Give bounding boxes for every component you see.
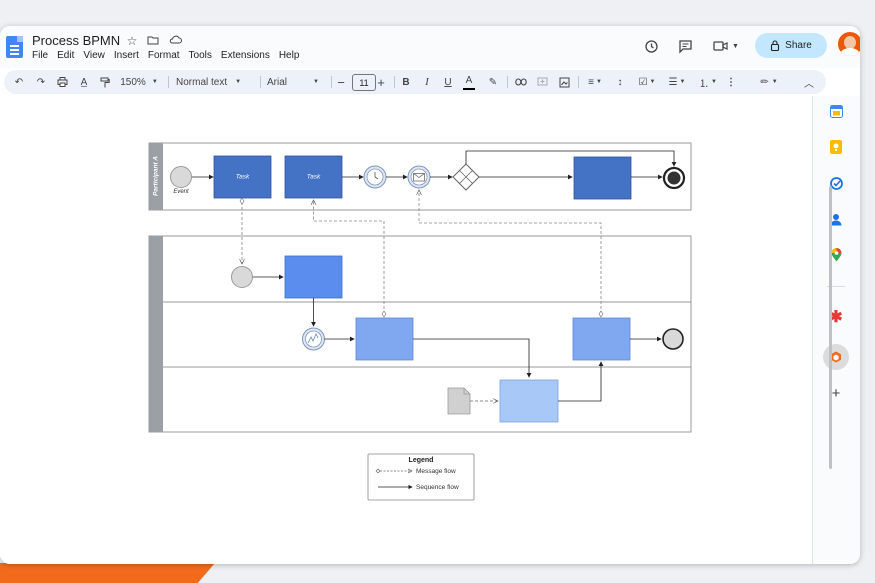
spellcheck-icon[interactable]: A̲ <box>77 70 91 94</box>
share-button[interactable]: Share <box>755 33 827 58</box>
italic-icon[interactable]: I <box>421 70 433 94</box>
version-history-icon[interactable] <box>641 36 661 56</box>
add-comment-icon[interactable] <box>535 70 549 94</box>
keep-icon[interactable] <box>827 138 845 156</box>
background-decoration <box>0 563 215 583</box>
move-folder-icon[interactable] <box>146 34 160 48</box>
editing-mode-icon[interactable]: ✏ ▼ <box>756 70 782 94</box>
bpmn-diagram: Participant A Event Task Task Legend Mes… <box>148 142 692 501</box>
menu-insert[interactable]: Insert <box>114 50 139 61</box>
scrollbar[interactable] <box>829 186 832 469</box>
font-value: Arial <box>267 76 288 88</box>
highlight-icon[interactable]: ✎ <box>486 70 500 94</box>
cloud-saved-icon[interactable] <box>168 34 182 48</box>
calendar-icon[interactable] <box>827 102 845 120</box>
document-title[interactable]: Process BPMN <box>32 33 120 48</box>
divider <box>578 76 579 88</box>
timer-event[interactable] <box>363 165 387 189</box>
star-icon[interactable]: ☆ <box>125 34 139 48</box>
undo-icon[interactable]: ↶ <box>12 70 26 94</box>
more-options-icon[interactable]: ⋮ <box>725 70 737 94</box>
divider <box>260 76 261 88</box>
line-spacing-icon[interactable]: ↕ <box>612 70 628 94</box>
chevron-down-icon: ▼ <box>151 79 158 85</box>
formatting-toolbar: ↶ ↷ A̲ 150% ▼ Normal text ▼ Arial ▼ − 11 + … <box>4 70 826 94</box>
task-5[interactable] <box>355 317 414 361</box>
menu-extensions[interactable]: Extensions <box>221 50 270 61</box>
insert-image-icon[interactable] <box>557 70 571 94</box>
lock-icon <box>771 40 780 51</box>
paint-format-icon[interactable] <box>98 70 112 94</box>
task-2-label: Task <box>307 174 321 181</box>
print-icon[interactable] <box>55 70 69 94</box>
legend-title: Legend <box>409 457 434 464</box>
bulleted-list-icon[interactable]: ☰ ▼ <box>664 70 690 94</box>
font-size-input[interactable]: 11 <box>352 74 376 91</box>
numbered-list-icon[interactable]: ⒈ ▼ <box>694 70 722 94</box>
redo-icon[interactable]: ↷ <box>34 70 48 94</box>
divider <box>168 76 169 88</box>
task-7[interactable] <box>572 317 631 361</box>
start-event[interactable] <box>170 166 192 188</box>
checklist-icon[interactable]: ☑ ▼ <box>634 70 660 94</box>
document-canvas[interactable]: Participant A Event Task Task Legend Mes… <box>0 96 812 564</box>
divider <box>394 76 395 88</box>
increase-font-size-icon[interactable]: + <box>375 70 387 94</box>
addon-active-icon[interactable] <box>823 344 849 370</box>
legend-sequence-flow: Sequence flow <box>416 484 459 491</box>
comments-icon[interactable] <box>675 36 695 56</box>
task-6[interactable] <box>499 379 559 423</box>
legend-message-flow: Message flow <box>416 468 456 475</box>
docs-window: Process BPMN ☆ File Edit View Insert For… <box>0 26 860 564</box>
menu-bar: File Edit View Insert Format Tools Exten… <box>32 50 308 61</box>
zoom-value: 150% <box>120 76 146 88</box>
style-select[interactable]: Normal text ▼ <box>176 70 254 94</box>
chevron-down-icon: ▼ <box>313 79 319 85</box>
divider <box>331 76 332 88</box>
task-1-label: Task <box>236 174 250 181</box>
link-icon[interactable] <box>514 70 528 94</box>
collapse-toolbar-icon[interactable]: ︿ <box>802 70 816 94</box>
text-color-icon[interactable]: A <box>463 72 475 90</box>
decrease-font-size-icon[interactable]: − <box>335 70 347 94</box>
font-select[interactable]: Arial ▼ <box>267 70 327 94</box>
style-value: Normal text <box>176 76 228 88</box>
end-event-2[interactable] <box>662 328 684 350</box>
menu-tools[interactable]: Tools <box>189 50 212 61</box>
menu-format[interactable]: Format <box>148 50 180 61</box>
avatar[interactable] <box>838 32 860 56</box>
pool-a-label: Participant A <box>153 156 160 196</box>
underline-icon[interactable]: U <box>442 70 454 94</box>
menu-file[interactable]: File <box>32 50 48 61</box>
message-start-event[interactable] <box>231 266 253 288</box>
bold-icon[interactable]: B <box>400 70 412 94</box>
zoom-select[interactable]: 150% ▼ <box>118 70 160 94</box>
align-icon[interactable]: ≡ ▼ <box>584 70 606 94</box>
end-event-fill <box>667 171 681 185</box>
legend: Legend Message flow Sequence flow <box>367 453 475 501</box>
pool-b-header <box>149 236 163 432</box>
menu-edit[interactable]: Edit <box>57 50 74 61</box>
share-label: Share <box>785 40 812 51</box>
side-panel: ✱ + <box>812 96 860 564</box>
task-3[interactable] <box>573 156 632 200</box>
divider <box>507 76 508 88</box>
data-object[interactable] <box>447 387 471 415</box>
signal-event[interactable] <box>302 327 325 351</box>
meet-button[interactable]: ▼ <box>710 36 742 56</box>
event-label: Event <box>173 189 189 195</box>
docs-logo-icon[interactable] <box>6 36 23 58</box>
menu-help[interactable]: Help <box>279 50 300 61</box>
task-4[interactable] <box>284 255 343 299</box>
menu-view[interactable]: View <box>83 50 105 61</box>
title-bar: Process BPMN ☆ File Edit View Insert For… <box>0 26 860 68</box>
message-event[interactable] <box>407 165 431 189</box>
chevron-down-icon: ▼ <box>235 79 242 85</box>
